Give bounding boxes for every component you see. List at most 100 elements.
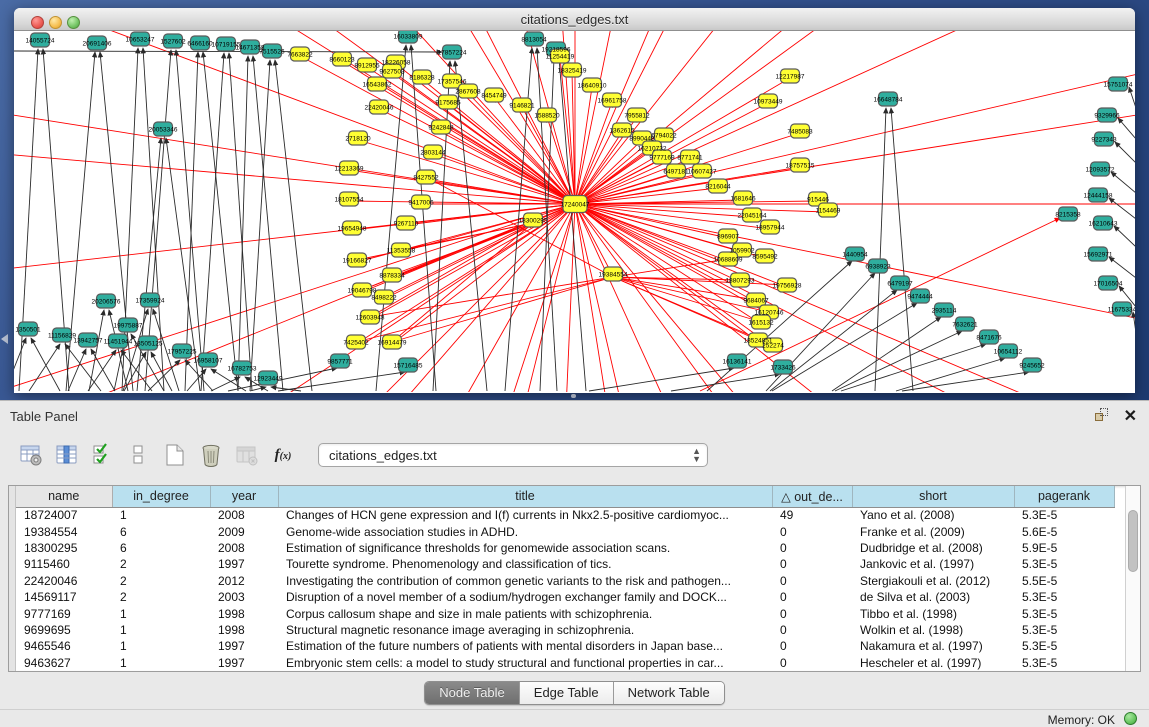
graph-node-label: 16958107 <box>194 357 223 364</box>
graph-node-label: 9627503 <box>379 68 405 75</box>
graph-node-label: 16914479 <box>378 339 407 346</box>
graph-node-label: 10653247 <box>126 36 155 43</box>
table-panel-titlebar: Table Panel ✕ <box>0 401 1149 431</box>
network-canvas[interactable]: 1724004714055724206914061065324715276026… <box>14 31 1135 392</box>
tab-network-table[interactable]: Network Table <box>614 682 724 704</box>
graph-node-label: 12213369 <box>335 165 364 172</box>
graph-node-label: 18757515 <box>786 162 815 169</box>
graph-node-label: 12217987 <box>776 73 805 80</box>
tab-node-table[interactable]: Node Table <box>425 682 520 704</box>
graph-node-label: 17357546 <box>438 78 467 85</box>
node-table[interactable]: namein_degreeyeartitle△ out_de...shortpa… <box>8 485 1141 672</box>
table-row[interactable]: 1938455462009Genome-wide association stu… <box>16 523 1114 539</box>
table-selector-dropdown[interactable]: citations_edges.txt ▲▼ <box>318 443 708 467</box>
graph-node-label: 1350501 <box>15 326 41 333</box>
function-builder-icon[interactable]: f(x) <box>268 440 298 470</box>
graph-node-label: 8660123 <box>329 56 355 63</box>
graph-node-label: 16120746 <box>755 309 784 316</box>
column-header-indegree[interactable]: in_degree <box>112 486 210 507</box>
graph-node-label: 16543862 <box>363 81 392 88</box>
graph-node-label: 16033809 <box>394 33 423 40</box>
graph-node-label: 11353558 <box>387 247 416 254</box>
delete-table-icon-disabled <box>232 440 262 470</box>
column-header-year[interactable]: year <box>210 486 278 507</box>
graph-node-label: 19384554 <box>599 271 628 278</box>
dropdown-stepper-icon: ▲▼ <box>692 447 701 463</box>
graph-node-label: 9857771 <box>327 358 353 365</box>
table-row[interactable]: 2242004622012Investigating the contribut… <box>16 573 1114 589</box>
graph-node-label: 7663822 <box>287 51 313 58</box>
graph-node-label: 17016504 <box>1094 280 1123 287</box>
column-header-short[interactable]: short <box>852 486 1014 507</box>
select-attributes-icon[interactable] <box>88 440 118 470</box>
graph-node-label: 6497181 <box>663 168 689 175</box>
graph-node-label: 9175685 <box>435 99 461 106</box>
graph-node-label: 15751074 <box>1104 81 1133 88</box>
status-bar: Memory: OK <box>0 709 1149 727</box>
tab-edge-table[interactable]: Edge Table <box>520 682 614 704</box>
column-header-name[interactable]: name <box>16 486 112 507</box>
float-panel-icon[interactable] <box>1095 408 1111 424</box>
graph-node-label: 1681646 <box>730 195 756 202</box>
table-row[interactable]: 977716911998Corpus callosum shape and si… <box>16 605 1114 621</box>
column-header-pagerank[interactable]: pagerank <box>1014 486 1114 507</box>
memory-status-label: Memory: OK <box>1048 713 1115 727</box>
table-toolbar: f(x) citations_edges.txt ▲▼ <box>0 431 1149 479</box>
graph-node-label: 6794022 <box>651 132 677 139</box>
delete-column-icon[interactable] <box>196 440 226 470</box>
graph-node-label: 8215358 <box>1055 211 1081 218</box>
graph-node-label: 13505125 <box>134 340 163 347</box>
network-window: citations_edges.txt 17240047140557242069… <box>14 8 1135 393</box>
graph-node-label: 6938923 <box>865 263 891 270</box>
graph-node-label: 2867608 <box>455 88 481 95</box>
graph-node-label: 15716485 <box>394 362 423 369</box>
table-row[interactable]: 946554611997Estimation of the future num… <box>16 638 1114 654</box>
graph-node-label: 18300295 <box>519 217 548 224</box>
column-header-outde[interactable]: △ out_de... <box>772 486 852 507</box>
table-row[interactable]: 969969511998Structural magnetic resonanc… <box>16 622 1114 638</box>
graph-node-label: 16782753 <box>228 365 257 372</box>
table-row[interactable]: 1830029562008Estimation of significance … <box>16 540 1114 556</box>
graph-node-label: 7632621 <box>952 321 978 328</box>
unselect-attributes-icon[interactable] <box>124 440 154 470</box>
table-scrollbar-thumb[interactable] <box>1128 510 1138 572</box>
graph-node-label: 1588520 <box>534 112 560 119</box>
table-row[interactable]: 946362711997Embryonic stem cells: a mode… <box>16 655 1114 671</box>
node-table-grid[interactable]: namein_degreeyeartitle△ out_de...shortpa… <box>16 486 1115 671</box>
graph-node-label: 13942757 <box>74 337 103 344</box>
graph-node-label: 8186328 <box>409 74 435 81</box>
graph-node-label: 17857224 <box>438 49 467 56</box>
panel-collapse-arrow-icon[interactable] <box>1 334 8 344</box>
graph-node-label: 9474444 <box>907 293 933 300</box>
graph-node-label: 18325419 <box>558 67 587 74</box>
table-scrollbar[interactable] <box>1125 486 1140 671</box>
graph-node-label: 19975887 <box>114 322 143 329</box>
table-row[interactable]: 911546021997Tourette syndrome. Phenomeno… <box>16 556 1114 572</box>
graph-node-label: 1527602 <box>160 38 186 45</box>
graph-node-label: 1059902 <box>729 247 755 254</box>
graph-node-label: 11156829 <box>48 332 76 339</box>
show-column-icon[interactable] <box>52 440 82 470</box>
graph-node-label: 20206576 <box>92 298 121 305</box>
graph-node-label: 16210643 <box>1089 220 1118 227</box>
table-row[interactable]: 1872400712008Changes of HCN gene express… <box>16 507 1114 523</box>
graph-node-label: 2935114 <box>932 307 957 314</box>
graph-node-label: 16961758 <box>598 97 627 104</box>
graph-node-label: 6466160 <box>187 40 213 47</box>
graph-node-label: 12603948 <box>356 314 385 321</box>
graph-node-label: 17359924 <box>136 297 165 304</box>
graph-node-label: 1615132 <box>748 319 774 326</box>
table-row[interactable]: 1456911722003Disruption of a novel membe… <box>16 589 1114 605</box>
graph-node-label: 18957944 <box>756 224 785 231</box>
graph-node-label: 10607427 <box>688 168 717 175</box>
splitter-handle[interactable] <box>571 394 576 398</box>
column-header-title[interactable]: title <box>278 486 772 507</box>
citation-network-graph[interactable]: 1724004714055724206914061065324715276026… <box>14 31 1135 392</box>
network-window-titlebar[interactable]: citations_edges.txt <box>14 8 1135 31</box>
table-settings-icon[interactable] <box>16 440 46 470</box>
graph-node-label: 18807293 <box>726 277 755 284</box>
table-panel-title: Table Panel <box>10 409 78 424</box>
new-column-icon[interactable] <box>160 440 190 470</box>
close-panel-icon[interactable]: ✕ <box>1124 406 1137 426</box>
graph-node-label: 19166827 <box>343 257 372 264</box>
